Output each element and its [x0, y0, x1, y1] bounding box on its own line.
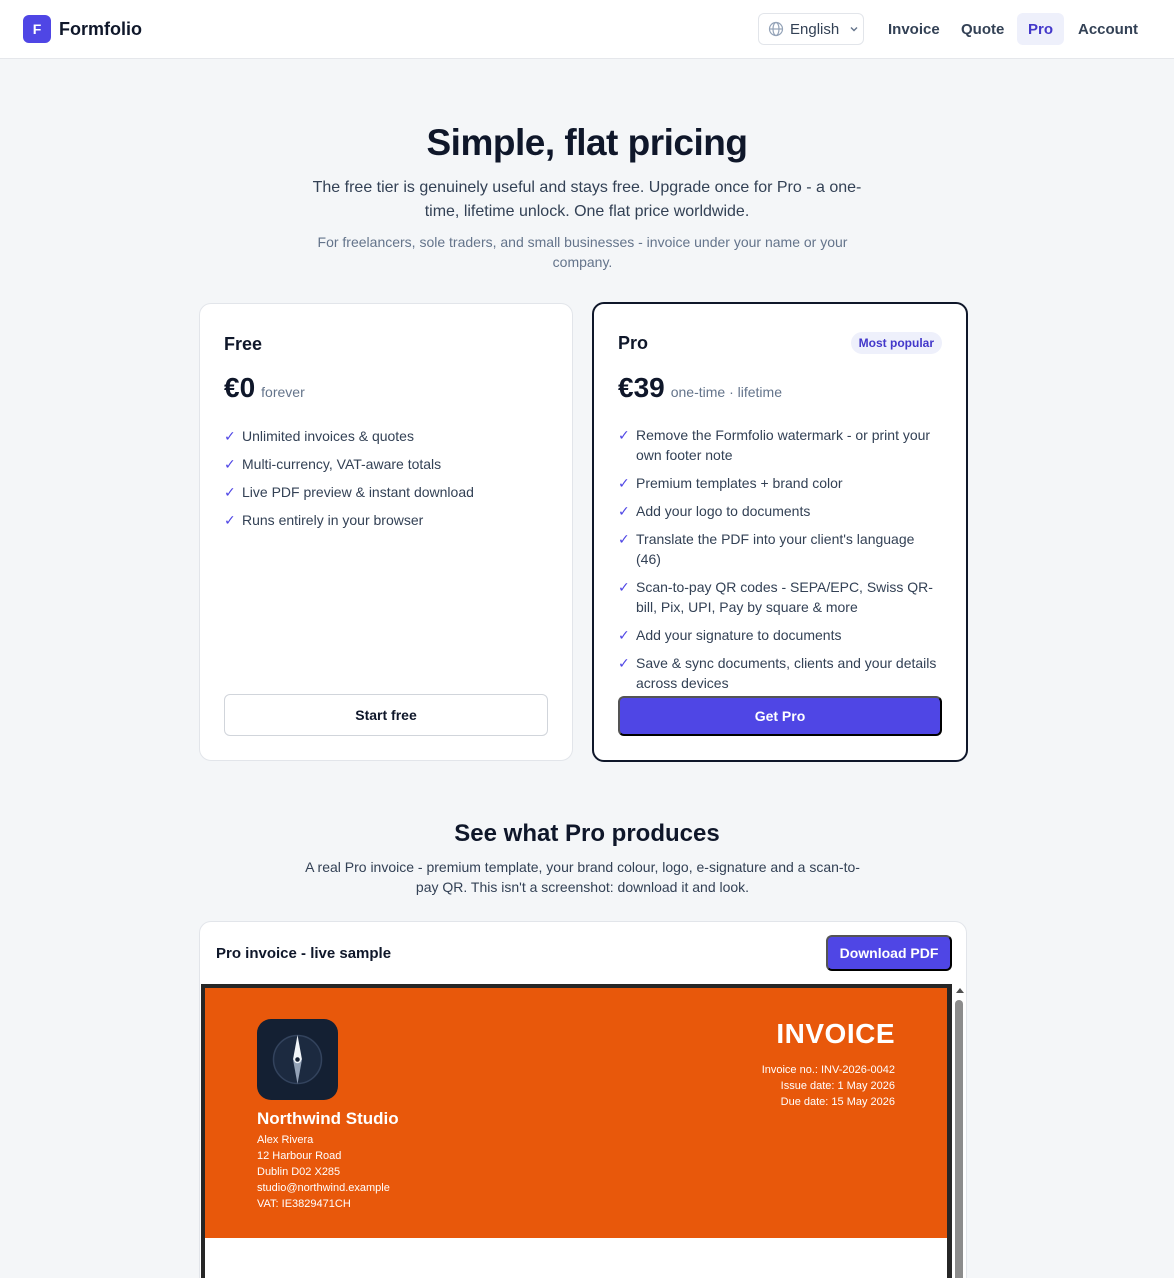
feature-item: ✓ Add your signature to documents — [618, 627, 842, 643]
address-line: 12 Harbour Road — [257, 1150, 342, 1162]
most-popular-badge: Most popular — [850, 332, 942, 354]
hero-note: For freelancers, sole traders, and small… — [317, 234, 848, 270]
sample-invoice-panel: Pro invoice - live sample Download PDF N… — [199, 921, 967, 1278]
viewer-scrollbar[interactable] — [952, 984, 966, 1278]
sample-panel-header: Pro invoice - live sample Download PDF — [200, 922, 966, 984]
price-amount: €0 — [224, 372, 256, 403]
language-select-value: English — [790, 20, 840, 38]
compass-icon — [257, 1019, 338, 1100]
sample-panel-title: Pro invoice - live sample — [216, 945, 392, 962]
feature-list: ✓ Remove the Formfolio watermark - or pri… — [618, 425, 938, 701]
scroll-up-arrow-icon[interactable] — [956, 988, 964, 993]
nav-invoice[interactable]: Invoice — [877, 13, 951, 45]
check-icon: ✓ — [224, 512, 236, 528]
check-icon: ✓ — [618, 503, 630, 519]
nav-account[interactable]: Account — [1067, 13, 1149, 45]
invoice-header-band: Northwind Studio Alex Rivera 12 Harbour … — [205, 988, 947, 1238]
check-icon: ✓ — [618, 427, 630, 443]
feature-item: ✓ Remove the Formfolio watermark - or pri… — [618, 427, 931, 463]
globe-icon — [768, 21, 784, 37]
address-line: studio@northwind.example — [257, 1182, 390, 1194]
feature-list: ✓ Unlimited invoices & quotes ✓ Multi-curr… — [224, 426, 544, 538]
download-pdf-button[interactable]: Download PDF — [826, 935, 952, 971]
check-icon: ✓ — [618, 579, 630, 595]
plan-price: €39 one-time · lifetime — [618, 372, 782, 404]
feature-item: ✓ Multi-currency, VAT-aware totals — [224, 456, 442, 472]
feature-item: ✓ Add your logo to documents — [618, 503, 811, 519]
plan-name: Pro — [618, 333, 649, 353]
showcase-title: See what Pro produces — [454, 820, 720, 847]
price-amount: €39 — [618, 372, 665, 403]
plan-card-pro: Pro Most popular €39 one-time · lifetime… — [592, 302, 968, 762]
feature-item: ✓ Unlimited invoices & quotes — [224, 428, 414, 444]
invoice-company-name: Northwind Studio — [257, 1109, 399, 1128]
feature-item: ✓ Premium templates + brand color — [618, 475, 843, 491]
check-icon: ✓ — [618, 531, 630, 547]
invoice-meta: Invoice no.: INV-2026-0042 Issue date: 1… — [762, 1062, 895, 1110]
address-line: Dublin D02 X285 — [257, 1166, 341, 1178]
chevron-down-icon — [850, 27, 858, 32]
price-period: forever — [261, 384, 305, 400]
feature-item: ✓ Scan-to-pay QR codes - SEPA/EPC, Swiss … — [618, 579, 933, 615]
check-icon: ✓ — [618, 627, 630, 643]
plan-price: €0 forever — [224, 372, 305, 404]
feature-item: ✓ Runs entirely in your browser — [224, 512, 424, 528]
pdf-viewer[interactable]: Northwind Studio Alex Rivera 12 Harbour … — [201, 984, 966, 1278]
address-line: VAT: IE3829471CH — [257, 1198, 351, 1210]
nav-quote[interactable]: Quote — [950, 13, 1015, 45]
check-icon: ✓ — [618, 655, 630, 671]
nav-pro[interactable]: Pro — [1017, 13, 1065, 45]
page-title: Simple, flat pricing — [426, 122, 749, 163]
issue-date: Issue date: 1 May 2026 — [780, 1080, 895, 1092]
address-line: Alex Rivera — [257, 1134, 314, 1146]
brand-logo-icon: F — [23, 15, 51, 43]
feature-item: ✓ Save & sync documents, clients and your… — [618, 655, 937, 691]
brand-name: Formfolio — [59, 18, 142, 39]
showcase-subtitle: A real Pro invoice - premium template, y… — [305, 859, 860, 895]
hero-subtitle: The free tier is genuinely useful and st… — [312, 179, 862, 220]
brand[interactable]: F Formfolio — [23, 15, 142, 43]
get-pro-button[interactable]: Get Pro — [618, 696, 942, 736]
invoice-sender-address: Alex Rivera 12 Harbour Road Dublin D02 X… — [257, 1132, 390, 1212]
plan-card-free: Free €0 forever ✓ Unlimited invoices & qu… — [199, 303, 573, 761]
scrollbar-thumb[interactable] — [955, 1000, 963, 1278]
language-select[interactable]: English — [758, 13, 864, 45]
feature-item: ✓ Translate the PDF into your client's la… — [618, 531, 915, 567]
feature-item: ✓ Live PDF preview & instant download — [224, 484, 474, 500]
check-icon: ✓ — [224, 456, 236, 472]
plan-name: Free — [224, 334, 263, 354]
invoice-number: Invoice no.: INV-2026-0042 — [761, 1064, 895, 1076]
invoice-title: INVOICE — [776, 1018, 895, 1049]
due-date: Due date: 15 May 2026 — [780, 1096, 895, 1108]
start-free-button[interactable]: Start free — [224, 694, 548, 736]
price-period: one-time · lifetime — [670, 384, 782, 400]
check-icon: ✓ — [224, 484, 236, 500]
check-icon: ✓ — [224, 428, 236, 444]
check-icon: ✓ — [618, 475, 630, 491]
top-navigation-bar: F Formfolio English Invoice Quote Pro Ac… — [0, 0, 1174, 59]
invoice-document: Northwind Studio Alex Rivera 12 Harbour … — [205, 988, 947, 1278]
